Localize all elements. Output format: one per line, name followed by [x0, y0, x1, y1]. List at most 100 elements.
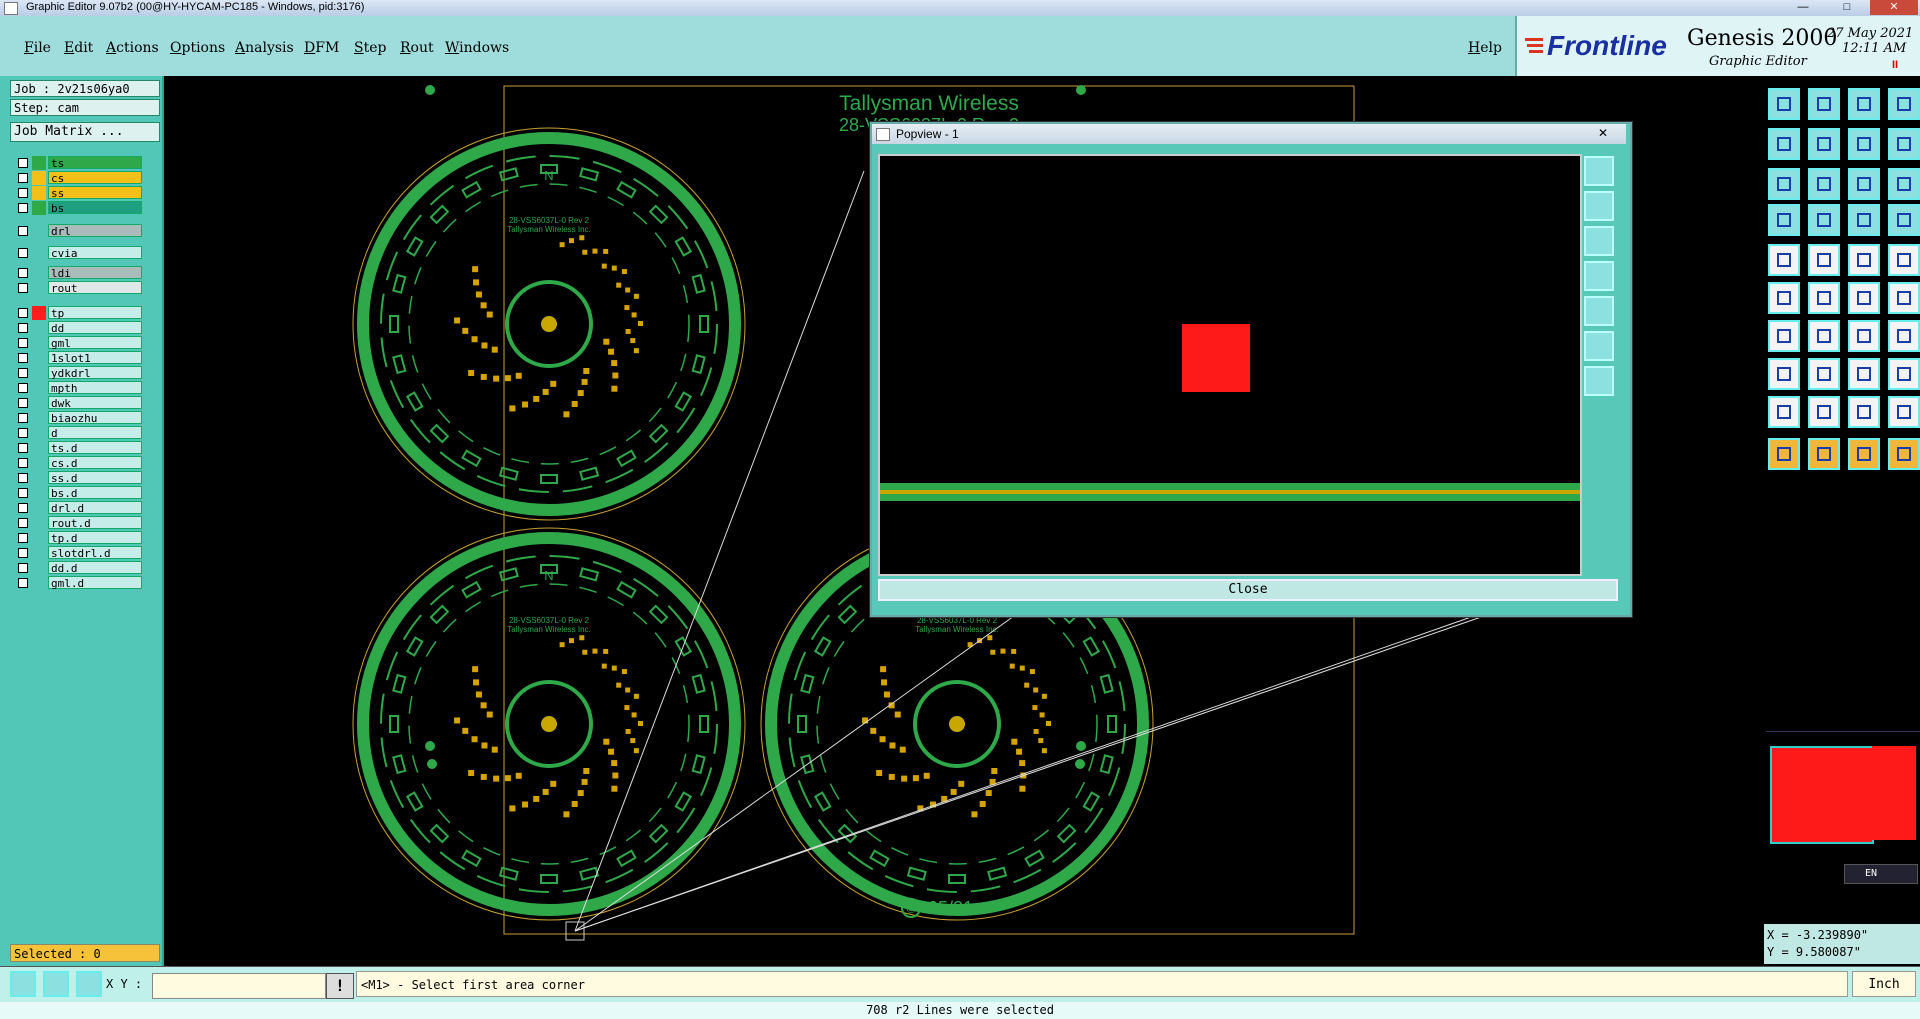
measure-icon[interactable]	[43, 971, 69, 997]
layer-color-swatch[interactable]	[32, 501, 46, 515]
layer-color-swatch[interactable]	[32, 266, 46, 280]
polygon3-icon[interactable]	[1848, 396, 1880, 428]
layer-row-slotdrl-d[interactable]: slotdrl.d	[14, 546, 142, 560]
layer-name[interactable]: dwk	[48, 396, 142, 410]
layer-checkbox[interactable]	[18, 428, 28, 438]
connect-icon[interactable]	[1768, 282, 1800, 314]
grid-icon[interactable]	[76, 971, 102, 997]
layer-name[interactable]: bs	[48, 201, 142, 215]
rotate-icon[interactable]	[1848, 320, 1880, 352]
menu-options[interactable]: Options	[170, 40, 225, 56]
layer-name[interactable]: ts.d	[48, 441, 142, 455]
layer-row-ldi[interactable]: ldi	[14, 266, 142, 280]
layer-name[interactable]: tp	[48, 306, 142, 320]
popview-fit-icon[interactable]	[1584, 156, 1614, 186]
slash-icon[interactable]	[1808, 320, 1840, 352]
cursor-icon[interactable]	[1768, 204, 1800, 236]
layer-color-swatch[interactable]	[32, 201, 46, 215]
layer-checkbox[interactable]	[18, 368, 28, 378]
layer-color-swatch[interactable]	[32, 186, 46, 200]
layer-checkbox[interactable]	[18, 578, 28, 588]
layer-row-ss-d[interactable]: ss.d	[14, 471, 142, 485]
layer-color-swatch[interactable]	[32, 396, 46, 410]
layer-checkbox[interactable]	[18, 563, 28, 573]
layer-row-rout[interactable]: rout	[14, 281, 142, 295]
pointer4-icon[interactable]	[1888, 438, 1920, 470]
cross-icon[interactable]	[1808, 282, 1840, 314]
popview-zoom-out-icon[interactable]	[1584, 226, 1614, 256]
popview-home-icon[interactable]	[1584, 366, 1614, 396]
zoom-next-icon[interactable]	[1808, 128, 1840, 160]
layer-row-drl-d[interactable]: drl.d	[14, 501, 142, 515]
layer-name[interactable]: ts	[48, 156, 142, 170]
home-icon[interactable]	[1848, 88, 1880, 120]
layer-checkbox[interactable]	[18, 158, 28, 168]
layer-color-swatch[interactable]	[32, 576, 46, 590]
layer-row-tp[interactable]: tp	[14, 306, 142, 320]
layer-name[interactable]: cs.d	[48, 456, 142, 470]
layer-color-swatch[interactable]	[32, 281, 46, 295]
exit-icon[interactable]	[1888, 88, 1920, 120]
layer-row-dd-d[interactable]: dd.d	[14, 561, 142, 575]
redraw-icon[interactable]	[1848, 128, 1880, 160]
minimize-button[interactable]: —	[1782, 0, 1824, 15]
popview-zoom-in-icon[interactable]	[1584, 191, 1614, 221]
layer-name[interactable]: 1slot1	[48, 351, 142, 365]
fill-icon[interactable]	[1888, 320, 1920, 352]
layer-row-rout-d[interactable]: rout.d	[14, 516, 142, 530]
menu-step[interactable]: Step	[354, 40, 386, 56]
layer-name[interactable]: slotdrl.d	[48, 546, 142, 560]
layer-color-swatch[interactable]	[32, 441, 46, 455]
arc-icon[interactable]	[1848, 282, 1880, 314]
line-sel-icon[interactable]	[1808, 358, 1840, 390]
polygon2-icon[interactable]	[1808, 396, 1840, 428]
layer-row-gml-d[interactable]: gml.d	[14, 576, 142, 590]
pointer2-icon[interactable]	[1808, 438, 1840, 470]
zoom-prev-icon[interactable]	[1768, 128, 1800, 160]
fit-icon[interactable]	[1768, 168, 1800, 200]
alert-button[interactable]: !	[326, 973, 354, 999]
menu-dfm[interactable]: DFM	[304, 40, 339, 56]
pointer3-icon[interactable]	[1848, 438, 1880, 470]
pointer-icon[interactable]	[1768, 438, 1800, 470]
layer-color-swatch[interactable]	[32, 224, 46, 238]
layer-checkbox[interactable]	[18, 398, 28, 408]
layer-color-swatch[interactable]	[32, 381, 46, 395]
net-sel-icon[interactable]	[1888, 358, 1920, 390]
route-icon[interactable]	[1848, 204, 1880, 236]
popview-pan-left-icon[interactable]	[1584, 261, 1614, 291]
popview-center-icon[interactable]	[1584, 331, 1614, 361]
angle-icon[interactable]	[1768, 320, 1800, 352]
close-window-button[interactable]: ✕	[1870, 0, 1918, 15]
menu-actions[interactable]: Actions	[106, 40, 159, 56]
resize-icon[interactable]	[1848, 358, 1880, 390]
layer-row-mpth[interactable]: mpth	[14, 381, 142, 395]
layer-color-swatch[interactable]	[32, 546, 46, 560]
overview-view-rect[interactable]	[1770, 746, 1874, 844]
layer-checkbox[interactable]	[18, 488, 28, 498]
layer-row-drl[interactable]: drl	[14, 224, 142, 238]
menu-help[interactable]: Help	[1468, 40, 1502, 56]
layer-color-swatch[interactable]	[32, 306, 46, 320]
layer-checkbox[interactable]	[18, 323, 28, 333]
layer-name[interactable]: ss.d	[48, 471, 142, 485]
layer-row-ts-d[interactable]: ts.d	[14, 441, 142, 455]
layer-name[interactable]: ydkdrl	[48, 366, 142, 380]
layer-row-bs[interactable]: bs	[14, 201, 142, 215]
layer-row-cs[interactable]: cs	[14, 171, 142, 185]
layer-checkbox[interactable]	[18, 173, 28, 183]
layer-row-ts[interactable]: ts	[14, 156, 142, 170]
layer-row-bs-d[interactable]: bs.d	[14, 486, 142, 500]
popview-display[interactable]	[878, 154, 1582, 576]
pan-icon[interactable]	[1808, 168, 1840, 200]
add-line-icon[interactable]	[1808, 244, 1840, 276]
layer-name[interactable]: drl	[48, 224, 142, 238]
layer-color-swatch[interactable]	[32, 411, 46, 425]
layer-name[interactable]: ldi	[48, 266, 142, 280]
layer-checkbox[interactable]	[18, 268, 28, 278]
layer-name[interactable]: rout	[48, 281, 142, 295]
layer-row-biaozhu[interactable]: biaozhu	[14, 411, 142, 425]
layer-color-swatch[interactable]	[32, 426, 46, 440]
layer-row-cs-d[interactable]: cs.d	[14, 456, 142, 470]
save-icon[interactable]	[1808, 88, 1840, 120]
